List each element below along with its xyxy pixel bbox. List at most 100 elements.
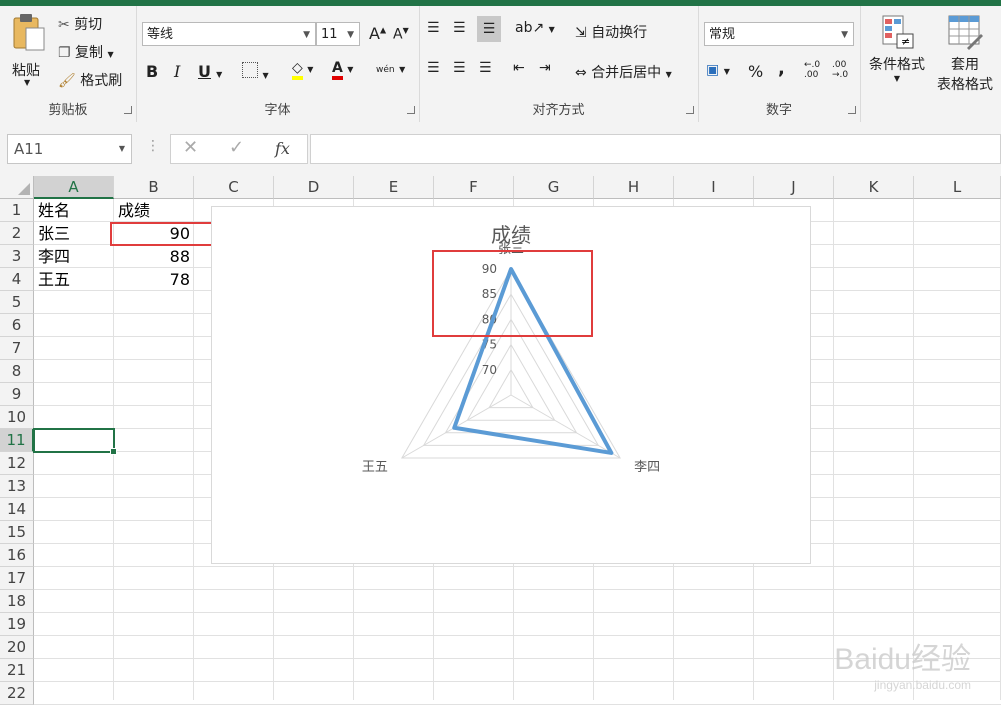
border-button[interactable]: ▼ bbox=[242, 62, 269, 82]
align-bottom-button[interactable]: ☰ bbox=[477, 16, 501, 42]
column-header-i[interactable]: I bbox=[674, 176, 754, 199]
row-header-10[interactable]: 10 bbox=[0, 406, 34, 429]
row-header-7[interactable]: 7 bbox=[0, 337, 34, 360]
orientation-icon: ab↗ bbox=[515, 20, 545, 36]
grow-font-button[interactable]: A▲ bbox=[369, 24, 386, 43]
increase-indent-button[interactable]: ⇥ bbox=[539, 60, 551, 76]
underline-button[interactable]: U ▼ bbox=[198, 62, 222, 81]
column-header-l[interactable]: L bbox=[914, 176, 1001, 199]
cell-b3[interactable]: 88 bbox=[114, 245, 194, 268]
row-header-12[interactable]: 12 bbox=[0, 452, 34, 475]
more-options-icon[interactable]: ⋮ bbox=[146, 138, 160, 154]
dialog-launcher-icon[interactable] bbox=[848, 106, 856, 114]
row-header-16[interactable]: 16 bbox=[0, 544, 34, 567]
cancel-icon[interactable]: ✕ bbox=[183, 137, 198, 158]
row-header-18[interactable]: 18 bbox=[0, 590, 34, 613]
row-header-17[interactable]: 17 bbox=[0, 567, 34, 590]
conditional-format-button[interactable]: ≠ 条件格式 ▼ bbox=[864, 14, 930, 94]
column-header-b[interactable]: B bbox=[114, 176, 194, 199]
format-as-table-button[interactable]: 套用 表格格式 bbox=[930, 14, 1000, 100]
scissors-icon: ✂ bbox=[58, 17, 70, 33]
merge-center-button[interactable]: ⇔ 合并后居中 ▼ bbox=[575, 62, 672, 82]
row-header-1[interactable]: 1 bbox=[0, 199, 34, 222]
row-header-22[interactable]: 22 bbox=[0, 682, 34, 705]
name-box[interactable]: A11 ▼ bbox=[7, 134, 132, 164]
dialog-launcher-icon[interactable] bbox=[407, 106, 415, 114]
copy-button[interactable]: ❐ 复制 ▼ bbox=[58, 42, 114, 62]
row-header-3[interactable]: 3 bbox=[0, 245, 34, 268]
phonetic-button[interactable]: wén ▼ bbox=[376, 60, 405, 76]
row-header-15[interactable]: 15 bbox=[0, 521, 34, 544]
paste-icon bbox=[13, 14, 45, 51]
alignment-group: ☰ ☰ ☰ ab↗ ▼ ⇲ 自动换行 ☰ ☰ ☰ ⇤ ⇥ ⇔ 合并后居中 ▼ 对… bbox=[419, 6, 699, 122]
percent-button[interactable]: % bbox=[748, 62, 763, 81]
align-top-button[interactable]: ☰ bbox=[427, 20, 440, 36]
paste-button[interactable]: 粘贴 ▼ bbox=[8, 12, 48, 87]
row-header-6[interactable]: 6 bbox=[0, 314, 34, 337]
brush-icon: 🖌 bbox=[58, 73, 76, 89]
column-header-k[interactable]: K bbox=[834, 176, 914, 199]
formula-input[interactable] bbox=[310, 134, 1001, 164]
row-header-9[interactable]: 9 bbox=[0, 383, 34, 406]
align-left-button[interactable]: ☰ bbox=[427, 60, 440, 76]
column-header-f[interactable]: F bbox=[434, 176, 514, 199]
font-size-select[interactable]: 11 ▼ bbox=[316, 22, 360, 46]
cell-a1[interactable]: 姓名 bbox=[34, 199, 114, 222]
insert-function-button[interactable]: fx bbox=[275, 139, 290, 158]
comma-button[interactable]: , bbox=[778, 58, 785, 79]
shrink-font-button[interactable]: A▼ bbox=[393, 26, 409, 43]
row-header-4[interactable]: 4 bbox=[0, 268, 34, 291]
chevron-down-icon: ▼ bbox=[303, 30, 310, 40]
cell-b4[interactable]: 78 bbox=[114, 268, 194, 291]
number-format-select[interactable]: 常规 ▼ bbox=[704, 22, 854, 46]
row-header-11[interactable]: 11 bbox=[0, 429, 34, 452]
increase-decimal-button[interactable]: ←.0.00 bbox=[804, 60, 820, 80]
row-header-13[interactable]: 13 bbox=[0, 475, 34, 498]
decrease-indent-button[interactable]: ⇤ bbox=[513, 60, 525, 76]
fill-handle[interactable] bbox=[110, 448, 117, 455]
check-icon[interactable]: ✓ bbox=[229, 137, 244, 158]
conditional-format-icon: ≠ bbox=[882, 15, 914, 49]
column-header-g[interactable]: G bbox=[514, 176, 594, 199]
row-header-14[interactable]: 14 bbox=[0, 498, 34, 521]
watermark-url: jingyan.baidu.com bbox=[874, 678, 971, 692]
ribbon: 粘贴 ▼ ✂ 剪切 ❐ 复制 ▼ 🖌 格式刷 剪贴板 等线 ▼ 11 ▼ A▲ … bbox=[0, 6, 1001, 123]
dialog-launcher-icon[interactable] bbox=[686, 106, 694, 114]
cell-a4[interactable]: 王五 bbox=[34, 268, 114, 291]
italic-button[interactable]: I bbox=[174, 62, 180, 81]
column-header-j[interactable]: J bbox=[754, 176, 834, 199]
active-cell-a11[interactable] bbox=[33, 428, 117, 455]
chevron-down-icon: ▼ bbox=[841, 30, 848, 40]
dialog-launcher-icon[interactable] bbox=[124, 106, 132, 114]
column-header-h[interactable]: H bbox=[594, 176, 674, 199]
row-header-20[interactable]: 20 bbox=[0, 636, 34, 659]
align-center-button[interactable]: ☰ bbox=[453, 60, 466, 76]
cell-a2[interactable]: 张三 bbox=[34, 222, 114, 245]
select-all-corner[interactable] bbox=[0, 176, 34, 199]
currency-button[interactable]: ▣ ▼ bbox=[706, 62, 730, 78]
align-middle-button[interactable]: ☰ bbox=[453, 20, 466, 36]
spreadsheet-grid: ABCDEFGHIJKL 1 2 3 4 5 6 7 8 9 10 11 12 13 14 15 16 17 18… bbox=[0, 176, 1001, 705]
row-header-21[interactable]: 21 bbox=[0, 659, 34, 682]
format-painter-button[interactable]: 🖌 格式刷 bbox=[58, 70, 122, 90]
cut-button[interactable]: ✂ 剪切 bbox=[58, 14, 102, 34]
column-header-a[interactable]: A bbox=[34, 176, 114, 199]
cell-b1[interactable]: 成绩 bbox=[114, 199, 194, 222]
font-color-button[interactable]: A ▼ bbox=[332, 60, 353, 80]
orientation-button[interactable]: ab↗ ▼ bbox=[515, 20, 555, 36]
decrease-decimal-button[interactable]: .00 →.0 bbox=[832, 60, 848, 80]
column-header-e[interactable]: E bbox=[354, 176, 434, 199]
font-name-select[interactable]: 等线 ▼ bbox=[142, 22, 316, 46]
cell-a3[interactable]: 李四 bbox=[34, 245, 114, 268]
align-right-button[interactable]: ☰ bbox=[479, 60, 492, 76]
wrap-text-button[interactable]: ⇲ 自动换行 bbox=[575, 22, 647, 42]
column-header-d[interactable]: D bbox=[274, 176, 354, 199]
row-header-2[interactable]: 2 bbox=[0, 222, 34, 245]
bold-button[interactable]: B bbox=[146, 62, 158, 81]
row-header-19[interactable]: 19 bbox=[0, 613, 34, 636]
row-header-5[interactable]: 5 bbox=[0, 291, 34, 314]
column-header-c[interactable]: C bbox=[194, 176, 274, 199]
row-header-8[interactable]: 8 bbox=[0, 360, 34, 383]
grid-column-line bbox=[833, 199, 834, 700]
fill-color-button[interactable]: ◇ ▼ bbox=[292, 60, 313, 80]
